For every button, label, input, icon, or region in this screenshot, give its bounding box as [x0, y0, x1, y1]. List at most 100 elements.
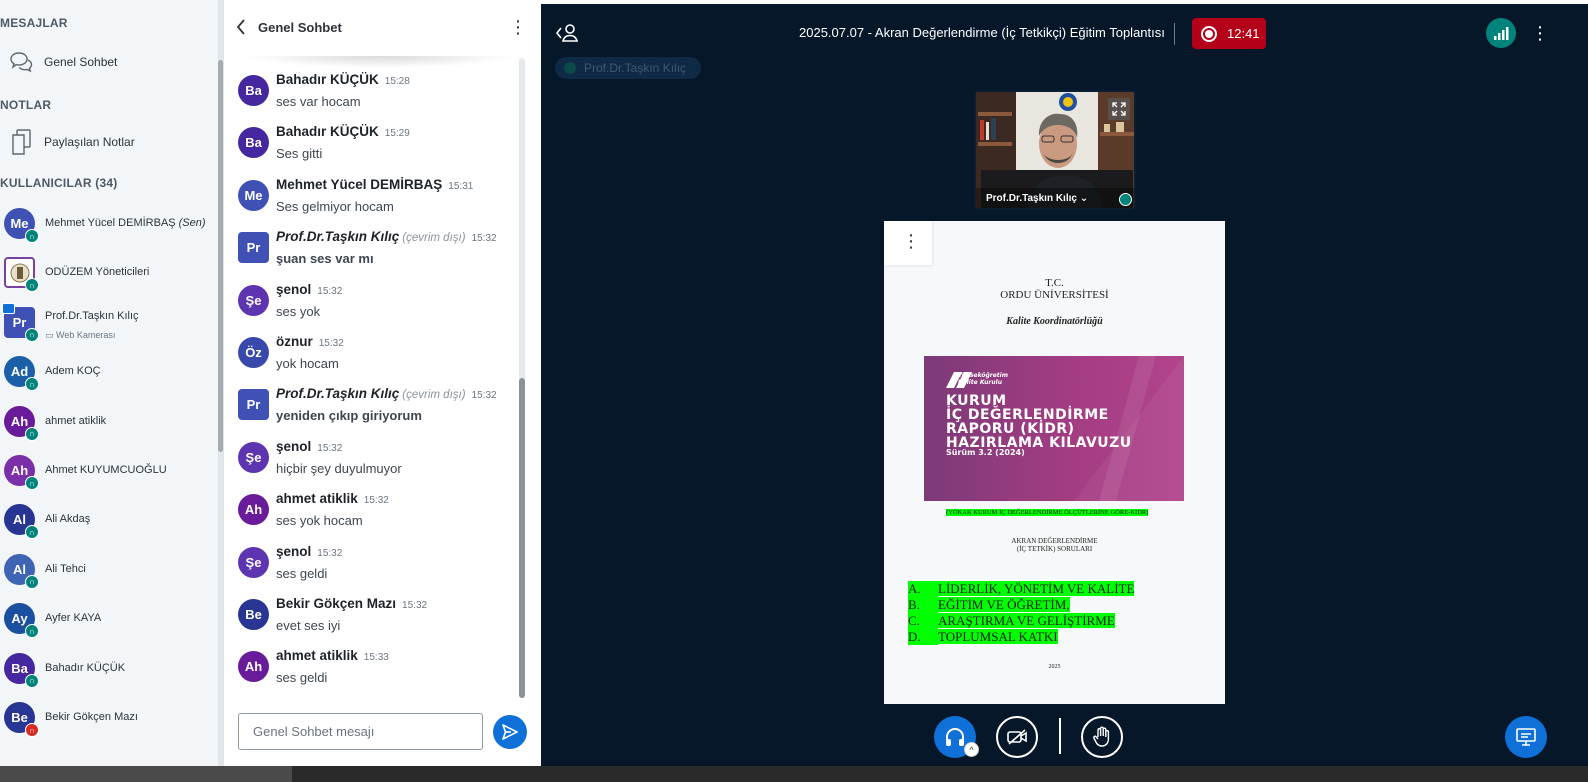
raise-hand-button[interactable]: [1081, 716, 1123, 758]
message-sender: Prof.Dr.Taşkın Kılıç: [276, 386, 400, 402]
user-list-item[interactable]: Ay ∩ Ayfer KAYA: [0, 595, 218, 643]
controls-divider: [1059, 718, 1061, 754]
chat-message: Öz öznur 15:32 yok hocam: [225, 334, 525, 386]
user-name-text: Prof.Dr.Taşkın Kılıç: [45, 309, 139, 322]
chat-options-icon[interactable]: ⋮: [509, 16, 527, 38]
sidebar-scrollbar[interactable]: [218, 0, 223, 766]
message-sender: ahmet atiklik: [276, 648, 358, 664]
slide-yokak-line: (YÖKAK KURUM İÇ DEĞERLENDİRME ÖLÇÜTLERİN…: [946, 509, 1149, 516]
slide-topic-text: ARAŞTIRMA VE GELİŞTİRME: [938, 613, 1115, 628]
slide-topic-key: A.: [908, 581, 938, 597]
main-presentation-area: 2025.07.07 - Akran Değerlendirme (İç Tet…: [541, 4, 1588, 766]
headphones-icon: ∩: [25, 278, 39, 293]
user-name: Ali Tehci: [45, 563, 86, 575]
chat-header: Genel Sohbet ⋮: [225, 0, 540, 56]
user-list-item[interactable]: Ah ∩ ahmet atiklik: [0, 398, 218, 446]
slide-university: ORDU ÜNİVERSİTESİ: [1000, 289, 1109, 301]
bbb-app: MESAJLAR Genel Sohbet NOTLAR Paylaşılan …: [0, 0, 1588, 782]
chat-message: Pr Prof.Dr.Taşkın Kılıç (çevrim dışı) 15:32…: [225, 386, 525, 438]
talking-indicator[interactable]: Prof.Dr.Taşkın Kılıç: [555, 57, 701, 79]
talking-user-name: Prof.Dr.Taşkın Kılıç: [584, 61, 687, 75]
user-list-item[interactable]: ∩ ODÜZEM Yöneticileri: [0, 249, 218, 297]
message-sender: Bahadır KÜÇÜK: [276, 124, 379, 140]
message-avatar: Ah: [238, 651, 269, 683]
user-name: Ahmet KUYUMCUOĞLU: [45, 464, 167, 476]
connection-status-icon[interactable]: [1486, 18, 1516, 48]
message-sender: şenol: [276, 281, 312, 297]
slide-topic-item: D. TOPLUMSAL KATKI: [908, 629, 1058, 645]
user-list-item[interactable]: Al ∩ Ali Tehci: [0, 546, 218, 594]
chat-message-input[interactable]: Genel Sohbet mesajı: [238, 713, 483, 750]
user-name-text: Bahadır KÜÇÜK: [45, 661, 126, 674]
message-text: ses geldi: [276, 565, 328, 581]
message-avatar: Pr: [238, 389, 269, 421]
user-list-item[interactable]: Me ∩ Mehmet Yücel DEMİRBAŞ (Sen): [0, 200, 218, 248]
presentation-slide[interactable]: ⋮ T.C. ORDU ÜNİVERSİTESİ Kalite Koordina…: [884, 221, 1225, 704]
chat-message: Ba Bahadır KÜÇÜK 15:29 Ses gitti: [225, 124, 525, 176]
presentation-toggle-button[interactable]: [1505, 716, 1547, 758]
user-list-item[interactable]: Pr ∩ Prof.Dr.Taşkın Kılıç ▭ Web Kamerası: [0, 299, 218, 347]
message-header: şenol 15:32: [276, 544, 342, 559]
audio-options-caret-icon[interactable]: ^: [964, 742, 979, 757]
message-header: Mehmet Yücel DEMİRBAŞ 15:31: [276, 177, 473, 192]
message-text: ses geldi: [276, 670, 328, 686]
users-section-title: KULLANICILAR (34): [0, 176, 118, 190]
title-divider: [1174, 23, 1175, 45]
user-webcam-status-text: Web Kamerası: [56, 329, 116, 340]
user-name-text: ODÜZEM Yöneticileri: [45, 266, 150, 279]
message-header: şenol 15:32: [276, 439, 342, 454]
toggle-user-list-icon[interactable]: [555, 22, 579, 44]
webcam-toggle-button[interactable]: [996, 716, 1038, 758]
chat-bubbles-icon: [0, 50, 42, 74]
user-name: ODÜZEM Yöneticileri: [45, 266, 149, 278]
slide-topic-key: C.: [908, 613, 938, 629]
message-header: Prof.Dr.Taşkın Kılıç (çevrim dışı) 15:32: [276, 229, 497, 244]
user-name: Mehmet Yücel DEMİRBAŞ (Sen): [45, 217, 206, 229]
message-avatar: Öz: [238, 337, 269, 368]
message-avatar: Şe: [238, 546, 269, 578]
user-list-item[interactable]: Ba ∩ Bahadır KÜÇÜK: [0, 645, 218, 693]
talking-dot: [564, 62, 576, 74]
message-sender: Prof.Dr.Taşkın Kılıç: [276, 229, 400, 245]
expand-icon[interactable]: [1108, 98, 1130, 120]
message-avatar: Şe: [238, 441, 269, 473]
chat-title[interactable]: Genel Sohbet: [258, 20, 342, 35]
chat-scrollbar[interactable]: [519, 58, 525, 698]
headphones-icon: ∩: [25, 327, 39, 342]
user-list-item[interactable]: Ad ∩ Adem KOÇ: [0, 348, 218, 396]
slide-tc: T.C.: [1045, 277, 1064, 289]
message-avatar: Be: [238, 599, 269, 630]
slide-options-button[interactable]: ⋮: [884, 221, 932, 265]
message-text: ses yok: [276, 303, 321, 319]
message-time: 15:32: [471, 390, 497, 402]
message-header: ahmet atiklik 15:33: [276, 648, 389, 663]
recording-indicator[interactable]: 12:41: [1192, 18, 1266, 49]
shared-notes-nav-item[interactable]: Paylaşılan Notlar: [0, 122, 220, 162]
slide-topic-item: C. ARAŞTIRMA VE GELİŞTİRME: [908, 613, 1115, 629]
webcam-user-name[interactable]: Prof.Dr.Taşkın Kılıç ⌄: [986, 193, 1088, 204]
message-avatar: Ah: [238, 494, 269, 526]
public-chat-nav-item[interactable]: Genel Sohbet: [0, 42, 220, 82]
user-list-item[interactable]: Ah ∩ Ahmet KUYUMCUOĞLU: [0, 447, 218, 495]
user-list-item[interactable]: Be ∩ Bekir Gökçen Mazı: [0, 694, 218, 742]
send-message-button[interactable]: [493, 715, 527, 749]
notes-icon: [0, 128, 42, 156]
message-sender: şenol: [276, 543, 312, 559]
slide-topic-key: D.: [908, 629, 938, 645]
user-list-sidebar: MESAJLAR Genel Sohbet NOTLAR Paylaşılan …: [0, 0, 224, 766]
chat-panel: Genel Sohbet ⋮ Ba Bahadır KÜÇÜK 15:28 ses v…: [225, 0, 540, 766]
message-avatar: Pr: [238, 232, 269, 264]
message-time: 15:29: [384, 128, 410, 140]
slide-topic-item: A. LİDERLİK, YÖNETİM VE KALİTE: [908, 581, 1135, 597]
user-list-item[interactable]: Al ∩ Ali Akdaş: [0, 496, 218, 544]
webcam-video[interactable]: Prof.Dr.Taşkın Kılıç ⌄: [974, 90, 1136, 210]
message-header: Bekir Gökçen Mazı 15:32: [276, 596, 427, 611]
message-text: evet ses iyi: [276, 618, 341, 633]
cover-title: KURUM İÇ DEĞERLENDİRME RAPORU (KİDR) HAZ…: [946, 393, 1132, 451]
headphones-icon: ∩: [25, 525, 39, 540]
chevron-left-icon[interactable]: [235, 18, 251, 36]
user-name-text: Ali Akdaş: [45, 513, 91, 526]
message-header: Bahadır KÜÇÜK 15:29: [276, 124, 410, 139]
options-menu-icon[interactable]: ⋮: [1531, 21, 1549, 45]
user-name-text: Adem KOÇ: [45, 365, 101, 378]
